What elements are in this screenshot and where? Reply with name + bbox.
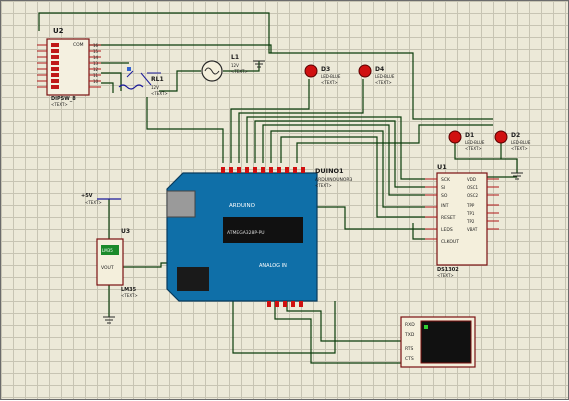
dip-switch-u2[interactable]: U2 COM 16 15 14 13 12 11 10 DIPSW_8 <TEX… — [37, 27, 101, 107]
u1-pin-clkout: CLKOUT — [441, 239, 459, 245]
schematic-canvas[interactable]: U2 COM 16 15 14 13 12 11 10 DIPSW_8 <TEX… — [0, 0, 569, 400]
u1-pin-int: INT — [441, 203, 449, 209]
d4-ref-label: D4 — [375, 66, 384, 73]
u1-text-placeholder: <TEXT> — [437, 273, 454, 278]
u1-pin-tp2: TP2 — [466, 219, 475, 224]
duino-ref-label: DUINO1 — [315, 167, 344, 175]
l1-text-placeholder: <TEXT> — [231, 69, 248, 74]
d1-ref-label: D1 — [465, 132, 474, 139]
schematic-svg: U2 COM 16 15 14 13 12 11 10 DIPSW_8 <TEX… — [37, 12, 531, 368]
u1-pin-vbat: VBAT — [467, 227, 478, 232]
rl1-ref-label: RL1 — [151, 76, 164, 83]
u1-pin-vdd: VDD — [467, 177, 476, 182]
d4-part-label: LED-BLUE — [375, 74, 395, 79]
u2-pin-13: 13 — [93, 61, 99, 66]
rtc-u1[interactable]: U1 SCK SI SO INT RESET LEDS CLKOUT VDD O… — [425, 163, 499, 278]
arduino-uno-board[interactable]: ARDUINO ATMEGA328P-PU ANALOG IN DUINO1 A… — [166, 167, 353, 307]
led-d2[interactable]: D2 LED-BLUE <TEXT> — [494, 130, 531, 151]
u2-pin-11: 11 — [93, 73, 99, 78]
u3-text-placeholder: <TEXT> — [121, 293, 138, 298]
arduino-chip-label: ATMEGA328P-PU — [227, 230, 265, 236]
u2-pin-14: 14 — [93, 55, 99, 60]
l1-value-label: 12V — [231, 63, 239, 68]
u2-pin-12: 12 — [93, 67, 99, 72]
arduino-analog-label: ANALOG IN — [259, 263, 287, 269]
rl1-value-label: 12V — [151, 85, 159, 90]
u2-pin-15: 15 — [93, 49, 99, 54]
u1-pin-tp1: TP1 — [466, 211, 475, 216]
u3-sensor-label: LM35 — [102, 248, 113, 253]
d1-text-placeholder: <TEXT> — [465, 146, 482, 151]
ground-symbol-right — [511, 172, 523, 180]
u2-pin-16: 16 — [93, 43, 99, 48]
u1-pin-reset: RESET — [441, 215, 456, 221]
virtual-terminal[interactable]: RXD TXD RTS CTS — [400, 316, 476, 368]
d2-text-placeholder: <TEXT> — [511, 146, 528, 151]
d2-part-label: LED-BLUE — [511, 140, 531, 145]
u2-pin-com: COM — [73, 42, 84, 48]
u1-pin-so: SO — [441, 193, 448, 199]
power-5v-label: +5V — [81, 193, 93, 199]
terminal-pin-rxd: RXD — [405, 322, 415, 328]
led-d1[interactable]: D1 LED-BLUE <TEXT> — [448, 130, 485, 151]
u2-ref-label: U2 — [53, 27, 64, 35]
u1-pin-sck: SCK — [441, 177, 451, 183]
u1-pin-osc1: OSC1 — [467, 185, 478, 190]
u1-pin-si: SI — [441, 185, 445, 191]
terminal-pin-txd: TXD — [404, 332, 415, 338]
d2-ref-label: D2 — [511, 132, 520, 139]
u1-pin-leds: LEDS — [441, 227, 453, 233]
lamp-l1[interactable]: L1 12V <TEXT> — [201, 54, 265, 82]
d3-text-placeholder: <TEXT> — [321, 80, 338, 85]
arduino-brand-label: ARDUINO — [229, 203, 256, 209]
relay-rl1[interactable]: RL1 12V <TEXT> — [118, 67, 168, 96]
terminal-pin-cts: CTS — [405, 356, 414, 362]
led-d3[interactable]: D3 LED-BLUE <TEXT> — [304, 64, 341, 85]
duino-text-placeholder: <TEXT> — [315, 183, 332, 188]
u1-ref-label: U1 — [437, 163, 447, 171]
u3-ref-label: U3 — [121, 228, 130, 235]
power-text-placeholder: <TEXT> — [85, 200, 102, 205]
terminal-pin-rts: RTS — [405, 346, 414, 352]
led-d4[interactable]: D4 LED-BLUE <TEXT> — [358, 64, 395, 85]
u2-text-placeholder: <TEXT> — [51, 102, 68, 107]
d1-part-label: LED-BLUE — [465, 140, 485, 145]
u3-vout-label: VOUT — [101, 265, 114, 271]
u1-pin-tpp: TPP — [466, 203, 475, 208]
rl1-text-placeholder: <TEXT> — [151, 91, 168, 96]
u1-pin-osc2: OSC2 — [467, 193, 478, 198]
d3-ref-label: D3 — [321, 66, 330, 73]
u2-pin-10: 10 — [93, 79, 99, 84]
d4-text-placeholder: <TEXT> — [375, 80, 392, 85]
l1-ref-label: L1 — [231, 54, 239, 61]
d3-part-label: LED-BLUE — [321, 74, 341, 79]
